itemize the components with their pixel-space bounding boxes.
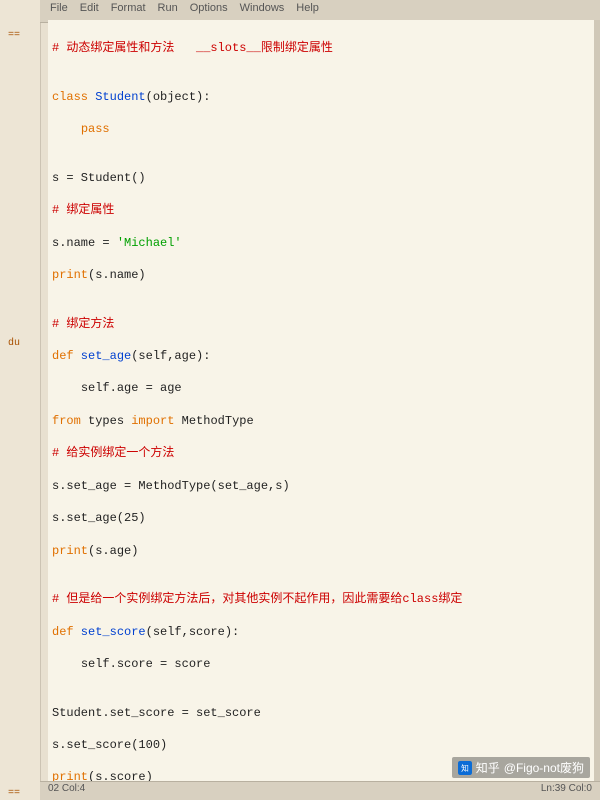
- menu-edit[interactable]: Edit: [76, 2, 103, 20]
- gutter-mark: ==: [8, 788, 20, 799]
- menu-run[interactable]: Run: [154, 2, 182, 20]
- zhihu-logo-icon: 知: [458, 761, 472, 775]
- status-bar: 02 Col:4 Ln:39 Col:0: [40, 781, 600, 800]
- status-right: Ln:39 Col:0: [541, 783, 592, 799]
- menu-format[interactable]: Format: [107, 2, 150, 20]
- menu-options[interactable]: Options: [186, 2, 232, 20]
- zhihu-watermark: 知 知乎 @Figo-not废狗: [452, 757, 590, 778]
- status-left: 02 Col:4: [48, 783, 85, 799]
- gutter-mark: du: [8, 338, 20, 349]
- code-text: # 动态绑定属性和方法 __slots__限制绑定属性: [52, 41, 333, 55]
- menu-windows[interactable]: Windows: [236, 2, 289, 20]
- menu-help[interactable]: Help: [292, 2, 323, 20]
- code-editor[interactable]: # 动态绑定属性和方法 __slots__限制绑定属性 class Studen…: [48, 20, 594, 782]
- vertical-scrollbar[interactable]: [594, 20, 600, 782]
- watermark-user: @Figo-not废狗: [504, 759, 584, 776]
- menu-file[interactable]: File: [46, 2, 72, 20]
- watermark-brand: 知乎: [476, 759, 500, 776]
- gutter-mark: ==: [8, 30, 20, 41]
- svg-text:知: 知: [461, 762, 469, 772]
- left-gutter: == du ==: [0, 0, 41, 800]
